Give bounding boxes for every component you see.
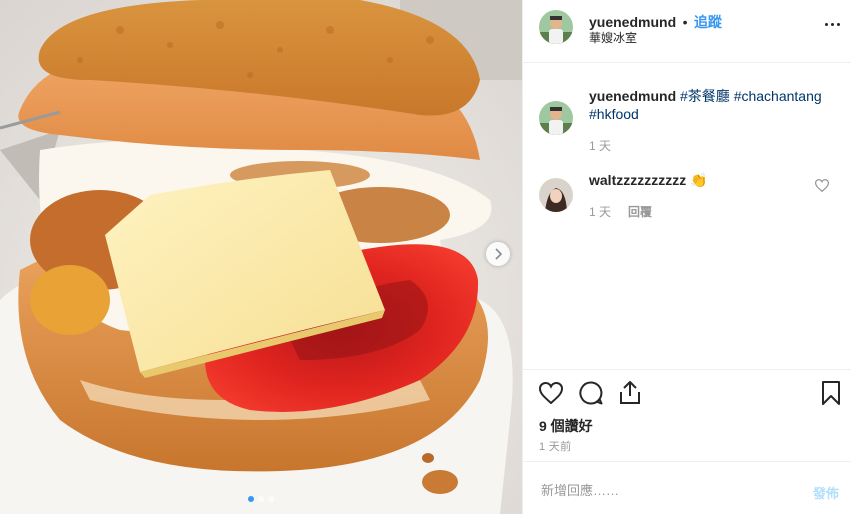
comment-bubble-icon[interactable] — [579, 381, 603, 405]
instagram-post-view: yuenedmund • 追蹤 華嫂冰室 yuenedmund #茶餐廳 #ch… — [0, 0, 851, 514]
commenter-avatar[interactable] — [539, 178, 573, 212]
post-side-panel: yuenedmund • 追蹤 華嫂冰室 yuenedmund #茶餐廳 #ch… — [522, 0, 851, 514]
hashtag-link[interactable]: #hkfood — [589, 106, 639, 122]
caption-avatar-image — [539, 101, 573, 135]
caption-text: yuenedmund #茶餐廳 #chachantang #hkfood — [589, 87, 834, 123]
add-comment-bar: 發佈 — [523, 461, 851, 514]
hashtag-link[interactable]: #茶餐廳 — [680, 88, 730, 104]
comment-text: waltzzzzzzzzzz 👏 — [589, 171, 708, 189]
caption-avatar[interactable] — [539, 101, 573, 135]
caption-time[interactable]: 1 天 — [589, 137, 611, 154]
like-heart-icon[interactable] — [539, 382, 563, 404]
save-bookmark-icon[interactable] — [822, 381, 840, 405]
reply-button[interactable]: 回覆 — [628, 203, 652, 220]
share-icon[interactable] — [619, 380, 641, 405]
header-separator: • — [682, 14, 688, 30]
comment-input[interactable] — [539, 476, 793, 504]
burger-photo — [0, 0, 522, 514]
caption-username[interactable]: yuenedmund — [589, 88, 676, 104]
follow-button[interactable]: 追蹤 — [694, 14, 722, 30]
author-username[interactable]: yuenedmund — [589, 14, 676, 30]
next-photo-button[interactable] — [486, 242, 510, 266]
comment-time[interactable]: 1 天 — [589, 203, 611, 220]
post-header: yuenedmund • 追蹤 華嫂冰室 — [523, 0, 851, 63]
carousel-dot-active — [248, 496, 254, 502]
post-time[interactable]: 1 天前 — [539, 438, 571, 454]
hashtag-link[interactable]: #chachantang — [734, 88, 822, 104]
commenter-avatar-image — [539, 178, 573, 212]
post-location[interactable]: 華嫂冰室 — [589, 29, 637, 46]
post-photo[interactable] — [0, 0, 522, 514]
carousel-dot — [258, 496, 264, 502]
author-avatar-image — [539, 10, 573, 44]
like-count[interactable]: 9 個讚好 — [539, 416, 593, 436]
more-options-icon[interactable] — [825, 23, 840, 26]
carousel-indicator — [0, 496, 522, 502]
comment-like-heart-icon[interactable] — [815, 179, 829, 192]
carousel-dot — [268, 496, 274, 502]
clap-emoji: 👏 — [690, 172, 708, 188]
author-avatar[interactable] — [539, 10, 573, 44]
post-comment-button[interactable]: 發佈 — [813, 483, 839, 502]
post-actions: 9 個讚好 1 天前 — [523, 369, 851, 461]
comments-section: yuenedmund #茶餐廳 #chachantang #hkfood 1 天… — [523, 63, 851, 369]
commenter-username[interactable]: waltzzzzzzzzzz — [589, 172, 686, 188]
chevron-right-icon — [495, 248, 503, 260]
